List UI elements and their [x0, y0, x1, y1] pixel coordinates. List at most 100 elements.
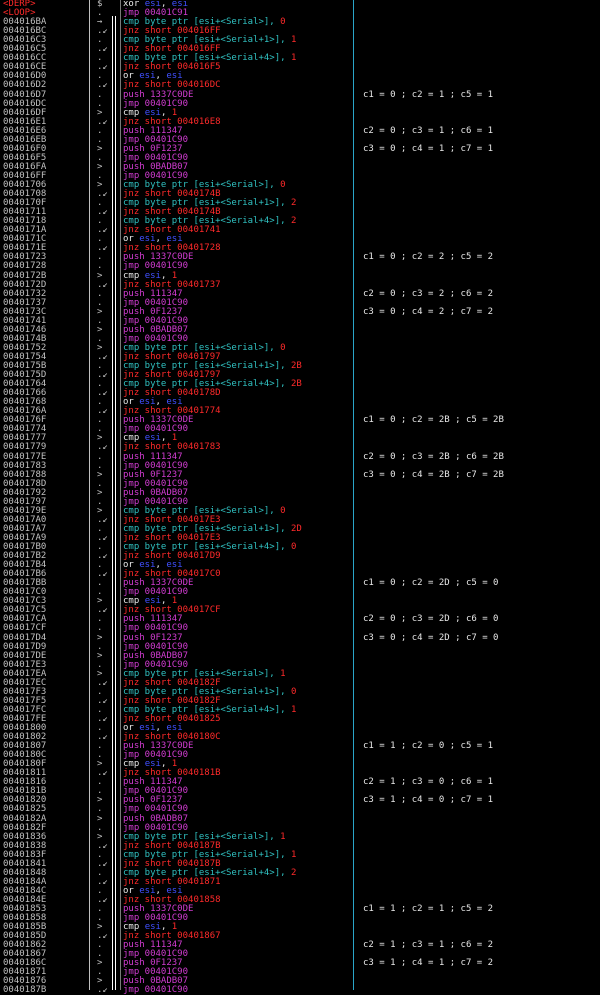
code-line[interactable]: 004017A7. cmp byte ptr [esi+<Serial+1>], … — [0, 524, 600, 534]
code-line[interactable]: 0040184C. or esi, esi — [0, 886, 600, 896]
code-line[interactable]: 004016DC. jmp 00401C90 — [0, 99, 600, 109]
code-line[interactable]: 004017B6 .↙ jnz short 004017C0 — [0, 570, 600, 579]
code-line[interactable]: 00401862. push 111347 c2 = 1 ; c3 = 1 ; c6… — [0, 941, 600, 950]
code-line[interactable]: <DERP> $ xor esi, esi — [0, 0, 600, 9]
code-line[interactable]: 00401779 .↙ jnz short 00401783 — [0, 443, 600, 452]
code-line[interactable]: 0040182A > push 0BADB07 — [0, 814, 600, 824]
code-line[interactable]: 004016DF > cmp esi, 1 — [0, 108, 600, 118]
code-line[interactable]: 004016BC .↙ jnz short 004016FF — [0, 27, 600, 36]
code-line[interactable]: 004017C3 > cmp esi, 1 — [0, 597, 600, 606]
code-line[interactable]: 00401800. or esi, esi — [0, 724, 600, 733]
code-line[interactable]: 00401876 > push 0BADB07 — [0, 977, 600, 986]
code-line[interactable]: 00401746 > push 0BADB07 — [0, 325, 600, 335]
code-line[interactable]: 0040171E .↙ jnz short 00401728 — [0, 244, 600, 253]
code-line[interactable]: 004017C5 .↙ jnz short 004017CF — [0, 606, 600, 615]
code-line[interactable]: <LOOP>. jmp 00401C91 — [0, 9, 600, 18]
code-line[interactable]: 0040171A .↙ jnz short 00401741 — [0, 226, 600, 235]
code-line[interactable]: 00401858. jmp 00401C90 — [0, 914, 600, 923]
code-line[interactable]: 004017E3. jmp 00401C90 — [0, 660, 600, 670]
code-line[interactable]: 0040186C > push 0F1237 c3 = 1 ; c4 = 1 ; c7… — [0, 959, 600, 968]
code-line[interactable]: 00401807. push 1337C0DE c1 = 1 ; c2 = 0 ; … — [0, 742, 600, 751]
code-line[interactable]: 0040181B. jmp 00401C90 — [0, 787, 600, 796]
code-line[interactable]: 004017B0. cmp byte ptr [esi+<Serial+4>], … — [0, 543, 600, 552]
code-line[interactable]: 004017D9. jmp 00401C90 — [0, 642, 600, 652]
code-line[interactable]: 00401838 .↙ jnz short 0040187B — [0, 841, 600, 851]
code-line[interactable]: 0040177E. push 111347 c2 = 0 ; c3 = 2B ; c… — [0, 452, 600, 462]
code-line[interactable]: 00401728. jmp 00401C90 — [0, 262, 600, 271]
code-line[interactable]: 0040173C > push 0F1237 c3 = 0 ; c4 = 2 ; c7… — [0, 307, 600, 317]
code-line[interactable]: 00401820 > push 0F1237 c3 = 1 ; c4 = 0 ; c7… — [0, 796, 600, 805]
code-line[interactable]: 0040185D .↙ jnz short 00401867 — [0, 932, 600, 941]
code-line[interactable]: 004016CE .↙ jnz short 004016F5 — [0, 63, 600, 72]
code-line[interactable]: 004016D7. push 1337C0DE c1 = 0 ; c2 = 1 ; … — [0, 90, 600, 100]
code-line[interactable]: 00401867. jmp 00401C90 — [0, 950, 600, 959]
code-line[interactable]: 0040183F. cmp byte ptr [esi+<Serial+1>], … — [0, 850, 600, 860]
code-line[interactable]: 004017EC .↙ jnz short 0040182F — [0, 678, 600, 688]
code-line[interactable]: 0040179E > cmp byte ptr [esi+<Serial>], 0 — [0, 506, 600, 516]
code-line[interactable]: 00401708 .↙ jnz short 0040174B — [0, 190, 600, 199]
code-line[interactable]: 00401711 .↙ jnz short 0040174B — [0, 208, 600, 217]
code-line[interactable]: 004016F5. jmp 00401C90 — [0, 153, 600, 163]
code-line[interactable]: 004017F3. cmp byte ptr [esi+<Serial+1>], … — [0, 687, 600, 697]
code-line[interactable]: 00401792 > push 0BADB07 — [0, 488, 600, 498]
code-line[interactable]: 004016CC. cmp byte ptr [esi+<Serial+4>], … — [0, 54, 600, 63]
code-line[interactable]: 00401764. cmp byte ptr [esi+<Serial+4>], … — [0, 380, 600, 389]
code-line[interactable]: 004016FF. jmp 00401C90 — [0, 171, 600, 181]
code-line[interactable]: 0040178D. jmp 00401C90 — [0, 479, 600, 489]
code-line[interactable]: 00401783. jmp 00401C90 — [0, 461, 600, 471]
code-line[interactable]: 00401788 > push 0F1237 c3 = 0 ; c4 = 2B ; c… — [0, 470, 600, 480]
code-line[interactable]: 00401853. push 1337C0DE c1 = 1 ; c2 = 1 ; … — [0, 905, 600, 914]
code-line[interactable]: 004016BA → cmp byte ptr [esi+<Serial>], 0 — [0, 18, 600, 27]
code-line[interactable]: 004017BB. push 1337C0DE c1 = 0 ; c2 = 2D ;… — [0, 579, 600, 588]
code-line[interactable]: 0040174B. jmp 00401C90 — [0, 334, 600, 344]
code-line[interactable]: 00401718. cmp byte ptr [esi+<Serial+4>], … — [0, 217, 600, 226]
code-line[interactable]: 00401777 > cmp esi, 1 — [0, 434, 600, 443]
code-line[interactable]: 004017FC. cmp byte ptr [esi+<Serial+4>], … — [0, 705, 600, 715]
code-line[interactable]: 0040176F. push 1337C0DE c1 = 0 ; c2 = 2B ;… — [0, 416, 600, 425]
code-line[interactable]: 0040175B. cmp byte ptr [esi+<Serial+1>], … — [0, 362, 600, 371]
code-line[interactable]: 0040184E .↙ jnz short 00401858 — [0, 895, 600, 905]
code-line[interactable]: 004017D4 > push 0F1237 c3 = 0 ; c4 = 2D ; c… — [0, 633, 600, 643]
code-line[interactable]: 00401811 .↙ jnz short 0040181B — [0, 769, 600, 778]
code-line[interactable]: 00401706 > cmp byte ptr [esi+<Serial>], 0 — [0, 181, 600, 190]
code-line[interactable]: 004017B2 .↙ jnz short 004017D9 — [0, 552, 600, 561]
code-line[interactable]: 004017C0. jmp 00401C90 — [0, 588, 600, 597]
code-line[interactable]: 0040184A .↙ jnz short 00401871 — [0, 877, 600, 887]
code-line[interactable]: 004016C3. cmp byte ptr [esi+<Serial+1>], … — [0, 36, 600, 45]
code-line[interactable]: 0040176A .↙ jnz short 00401774 — [0, 407, 600, 416]
code-line[interactable]: 00401871. jmp 00401C90 — [0, 968, 600, 977]
code-line[interactable]: 00401723. push 1337C0DE c1 = 0 ; c2 = 2 ; … — [0, 253, 600, 262]
code-line[interactable]: 00401841 .↙ jnz short 0040187B — [0, 859, 600, 869]
code-line[interactable]: 004016D0. or esi, esi — [0, 72, 600, 81]
code-line[interactable]: 0040171C. or esi, esi — [0, 235, 600, 244]
code-line[interactable]: 004017F5 .↙ jnz short 0040182F — [0, 696, 600, 706]
code-line[interactable]: 004017B4. or esi, esi — [0, 561, 600, 570]
code-line[interactable]: 0040182F. jmp 00401C90 — [0, 823, 600, 833]
code-line[interactable]: 0040180C. jmp 00401C90 — [0, 751, 600, 760]
code-line[interactable]: 004016EB. jmp 00401C90 — [0, 135, 600, 145]
code-line[interactable]: 004017A9 .↙ jnz short 004017E3 — [0, 533, 600, 543]
code-line[interactable]: 00401836 > cmp byte ptr [esi+<Serial>], 1 — [0, 832, 600, 842]
code-line[interactable]: 004017EA > cmp byte ptr [esi+<Serial>], 1 — [0, 669, 600, 679]
code-line[interactable]: 00401768. or esi, esi — [0, 398, 600, 407]
code-line[interactable]: 00401732. push 111347 c2 = 0 ; c3 = 2 ; c6… — [0, 289, 600, 299]
code-line[interactable]: 00401737. jmp 00401C90 — [0, 298, 600, 308]
code-line[interactable]: 004017CF. jmp 00401C90 — [0, 624, 600, 633]
code-line[interactable]: 004016F0 > push 0F1237 c3 = 0 ; c4 = 1 ; c7… — [0, 144, 600, 154]
code-line[interactable]: 004016D2 .↙ jnz short 004016DC — [0, 81, 600, 90]
code-line[interactable]: 004017FE .↙ jnz short 00401825 — [0, 714, 600, 724]
code-line[interactable]: 00401752 > cmp byte ptr [esi+<Serial>], 0 — [0, 343, 600, 353]
code-line[interactable]: 00401848. cmp byte ptr [esi+<Serial+4>], … — [0, 868, 600, 878]
code-line[interactable]: 0040180F > cmp esi, 1 — [0, 760, 600, 769]
code-line[interactable]: 00401802 .↙ jnz short 0040180C — [0, 733, 600, 742]
code-line[interactable]: 00401816. push 111347 c2 = 1 ; c3 = 0 ; c6… — [0, 778, 600, 787]
code-line[interactable]: 0040172D .↙ jnz short 00401737 — [0, 280, 600, 290]
code-line[interactable]: 004017CA. push 111347 c2 = 0 ; c3 = 2D ; c… — [0, 615, 600, 624]
code-line[interactable]: 004017DE > push 0BADB07 — [0, 651, 600, 661]
code-line[interactable]: 004016FA > push 0BADB07 — [0, 162, 600, 172]
code-line[interactable]: 004016C5 .↙ jnz short 004016FF — [0, 45, 600, 54]
code-line[interactable]: 0040185B > cmp esi, 1 — [0, 923, 600, 932]
code-line[interactable]: 00401797. jmp 00401C90 — [0, 497, 600, 507]
code-line[interactable]: 0040187B .↙ jmp 00401C90 — [0, 986, 600, 995]
code-line[interactable]: 00401741. jmp 00401C90 — [0, 316, 600, 326]
